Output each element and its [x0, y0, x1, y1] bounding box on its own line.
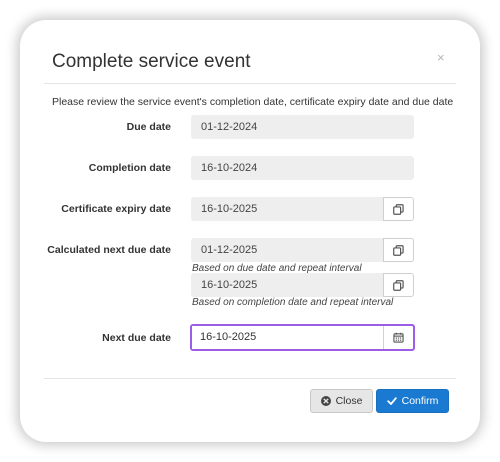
next-due-date-input[interactable]: 16-10-2025 — [192, 326, 383, 349]
copy-certificate-expiry-button[interactable] — [383, 197, 414, 221]
copy-icon — [393, 203, 404, 215]
calendar-icon — [393, 332, 404, 343]
completion-date-label: Completion date — [88, 162, 171, 174]
completion-date-field: 16-10-2024 — [191, 156, 414, 180]
complete-service-event-dialog: Complete service event × Please review t… — [20, 20, 480, 442]
close-button[interactable]: Close — [310, 389, 373, 413]
copy-option-1-button[interactable] — [383, 238, 414, 262]
close-icon[interactable]: × — [437, 51, 445, 64]
dialog-title: Complete service event — [52, 51, 251, 72]
due-date-label: Due date — [126, 121, 171, 133]
close-button-label: Close — [335, 395, 363, 407]
confirm-button-label: Confirm — [401, 395, 439, 407]
calculated-next-due-option-2-field: 16-10-2025 — [191, 273, 384, 297]
calendar-button[interactable] — [383, 326, 413, 349]
intro-text: Please review the service event's comple… — [52, 96, 454, 108]
footer-divider — [44, 378, 456, 379]
calculated-next-due-option-1-field: 01-12-2025 — [191, 238, 384, 262]
copy-icon — [393, 279, 404, 291]
due-date-field: 01-12-2024 — [191, 115, 414, 139]
header-divider — [44, 83, 456, 84]
copy-option-2-button[interactable] — [383, 273, 414, 297]
option-2-hint: Based on completion date and repeat inte… — [192, 297, 394, 308]
confirm-button[interactable]: Confirm — [376, 389, 449, 413]
times-circle-icon — [320, 396, 331, 406]
next-due-date-label: Next due date — [102, 332, 171, 344]
next-due-date-input-group: 16-10-2025 — [190, 324, 415, 351]
certificate-expiry-field: 16-10-2025 — [191, 197, 384, 221]
check-icon — [386, 397, 397, 405]
calculated-next-due-label: Calculated next due date — [47, 244, 171, 256]
certificate-expiry-label: Certificate expiry date — [61, 203, 171, 215]
copy-icon — [393, 244, 404, 256]
